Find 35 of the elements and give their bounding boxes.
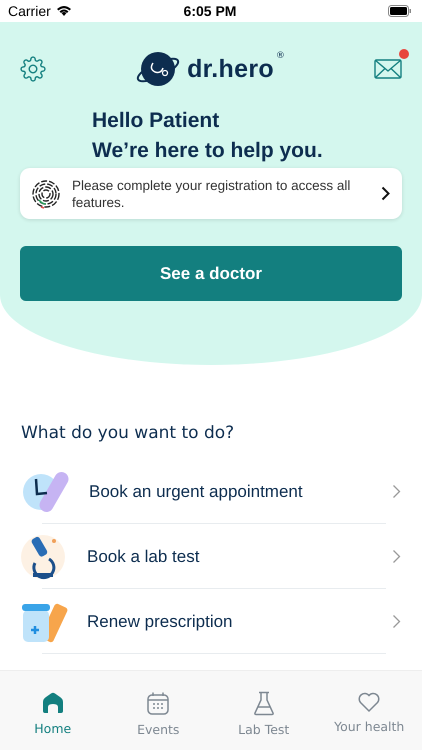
flask-icon [252, 691, 275, 716]
chevron-right-icon [392, 614, 401, 629]
tab-item[interactable]: Events [106, 691, 211, 750]
battery-icon [388, 5, 412, 17]
calendar-icon [146, 691, 170, 716]
chevron-right-icon [392, 484, 401, 499]
registration-banner[interactable]: Please complete your registration to access all features. [20, 168, 402, 219]
settings-icon[interactable] [20, 56, 46, 82]
heart-icon [357, 691, 382, 713]
chevron-right-icon [392, 549, 401, 564]
greeting-title: Hello Patient [92, 108, 220, 134]
home-icon [40, 691, 65, 715]
section-title: What do you want to do? [21, 423, 236, 443]
stethoscope-logo-icon [135, 51, 182, 87]
action-label: Book an urgent appointment [89, 482, 304, 502]
registered-mark: ® [276, 51, 285, 61]
action-item[interactable]: Book an urgent appointment [21, 459, 401, 524]
clock-bandage-icon [21, 470, 71, 514]
carrier-label: Carrier [8, 3, 51, 19]
tab-item[interactable]: Your health [316, 691, 422, 750]
greeting-subtitle: We’re here to help you. [92, 138, 324, 164]
action-label: Book a lab test [87, 546, 200, 566]
action-item[interactable]: Book a lab test [21, 524, 401, 589]
chevron-right-icon [381, 186, 390, 201]
mail-icon[interactable] [374, 57, 402, 81]
action-label: Renew prescription [87, 612, 234, 632]
action-item[interactable]: Renew prescription [21, 589, 401, 654]
status-time: 6:05 PM [184, 3, 236, 19]
tab-item[interactable]: Lab Test [211, 691, 316, 750]
tab-item[interactable]: Home [0, 691, 106, 750]
logo-text: dr.hero [187, 54, 274, 84]
registration-message: Please complete your registration to access all features. [72, 176, 352, 210]
fingerprint-icon [30, 178, 62, 210]
wifi-icon [56, 5, 72, 17]
see-doctor-button[interactable]: See a doctor [20, 246, 402, 301]
